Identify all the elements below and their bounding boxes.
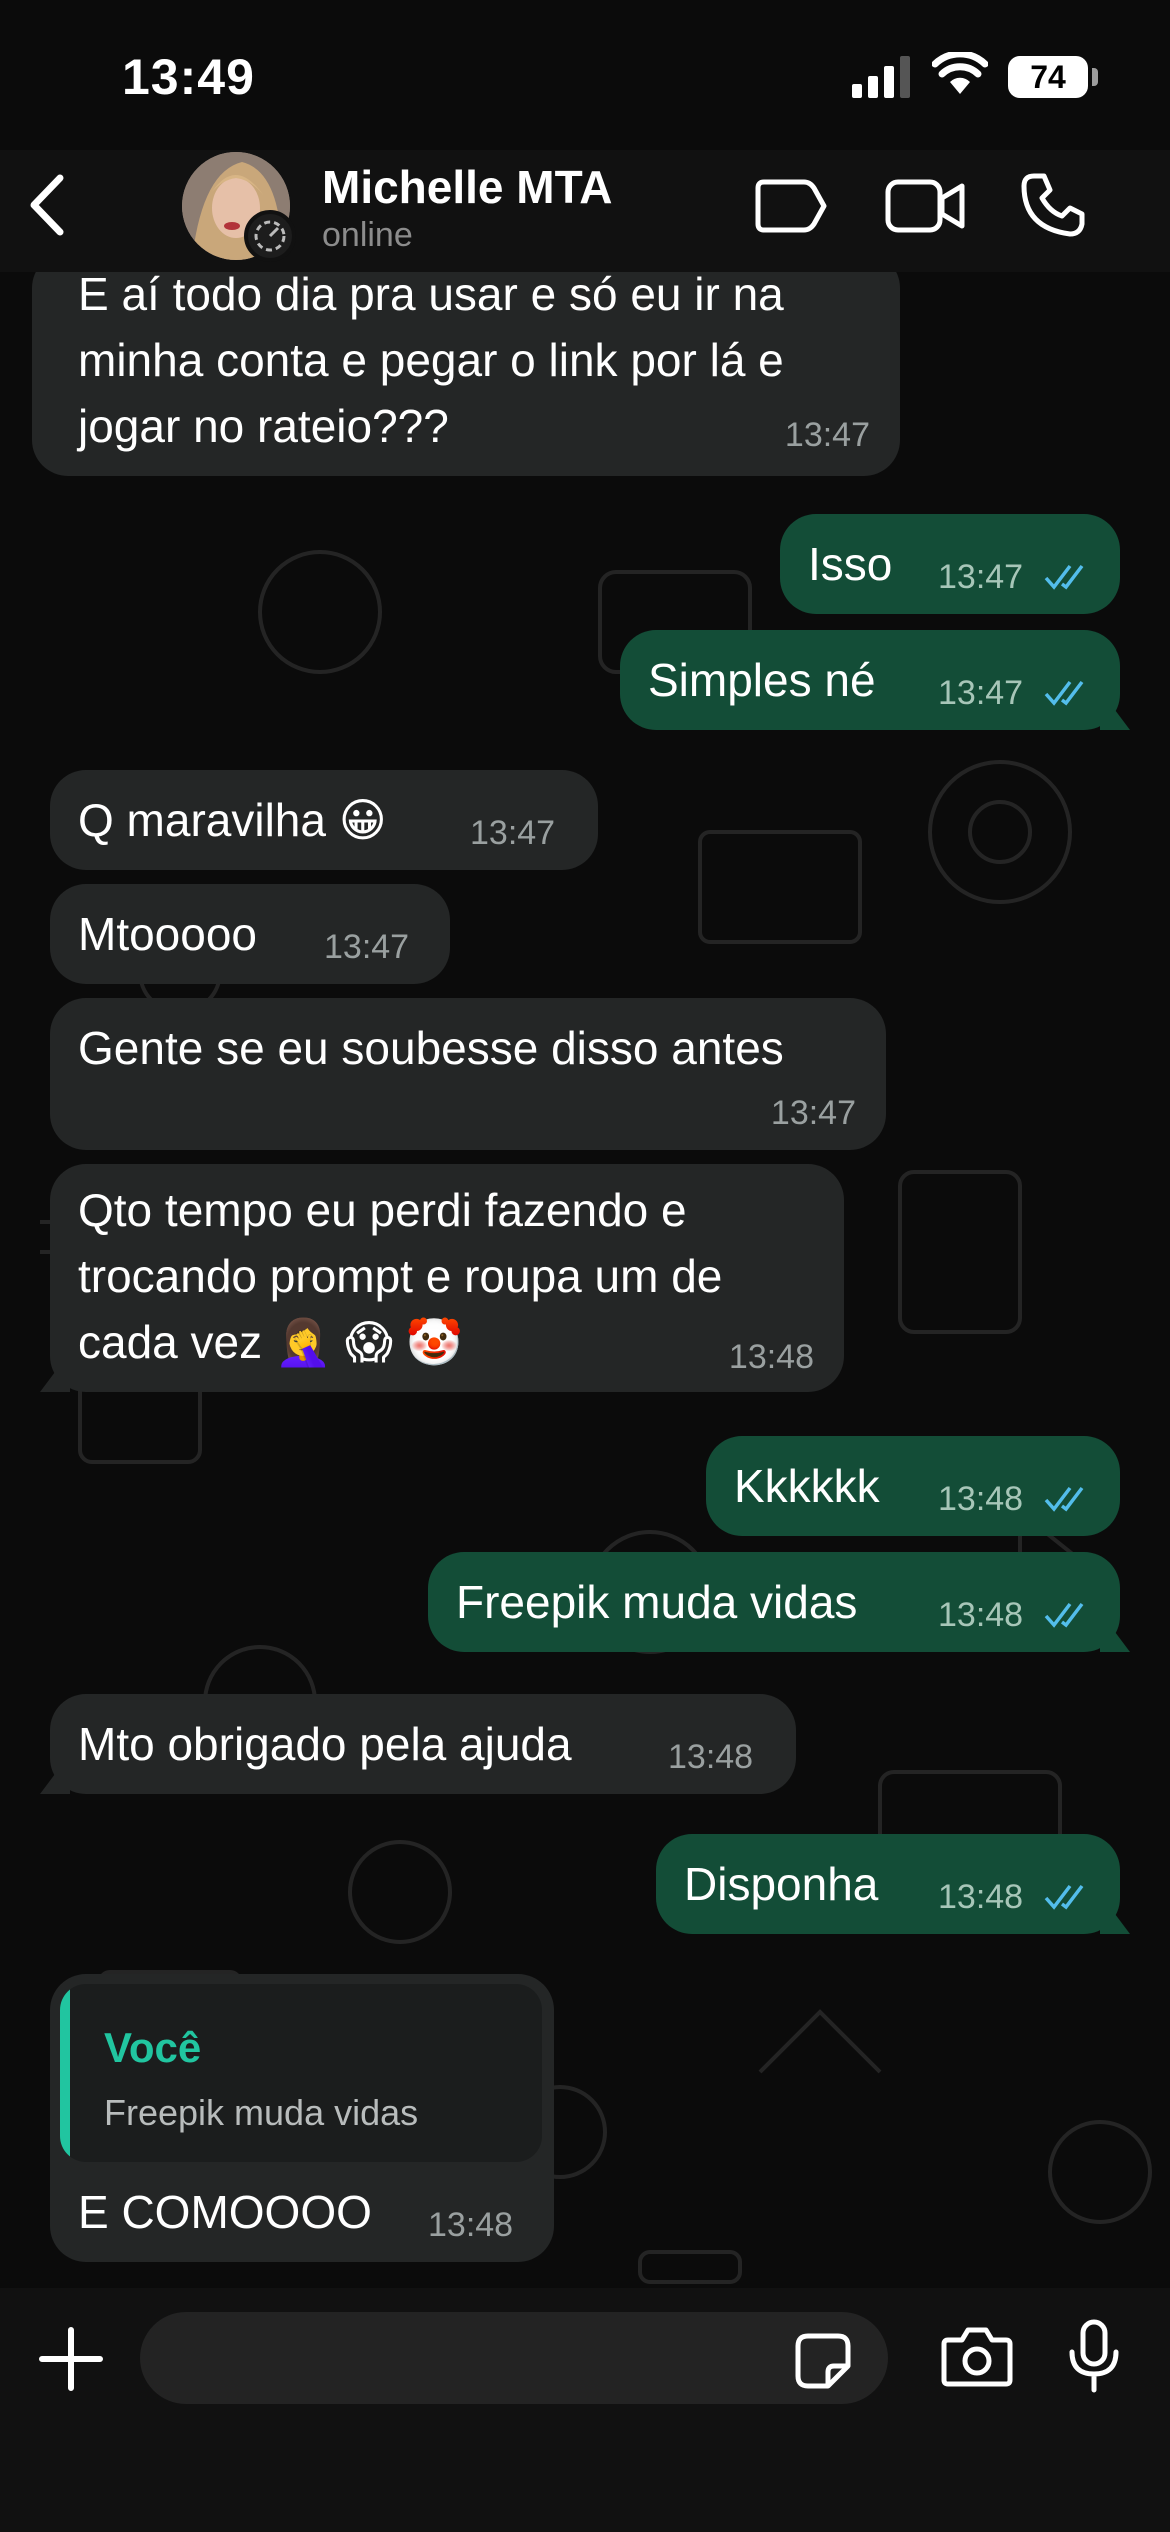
message-bubble-incoming[interactable]: E aí todo dia pra usar e só eu ir na min… (32, 252, 900, 476)
quote-text: Freepik muda vidas (104, 2092, 419, 2133)
read-ticks-icon (1044, 1602, 1084, 1628)
message-text-line: Qto tempo eu perdi fazendo e (78, 1184, 687, 1236)
status-ring-badge (244, 210, 296, 262)
bubble-tail (1100, 690, 1130, 730)
message-text-line: jogar no rateio??? (78, 400, 449, 452)
cellular-signal-icon (852, 56, 910, 98)
wifi-icon (932, 52, 988, 94)
message-bubble-outgoing[interactable]: Kkkkkk 13:48 (706, 1436, 1120, 1536)
video-call-icon[interactable] (884, 176, 968, 236)
message-time: 13:47 (784, 416, 870, 454)
bubble-tail (1100, 1894, 1130, 1934)
camera-icon[interactable] (940, 2324, 1014, 2388)
contact-status: online (322, 216, 413, 254)
message-time: 13:47 (770, 1094, 856, 1132)
contact-name[interactable]: Michelle MTA (322, 160, 613, 214)
message-text: Q maravilha 😀 (78, 794, 387, 846)
battery-cap (1092, 68, 1098, 86)
message-text-line: trocando prompt e roupa um de (78, 1250, 723, 1302)
message-time: 13:48 (938, 1596, 1024, 1634)
message-text: Simples né (648, 654, 876, 706)
message-time: 13:47 (938, 558, 1024, 596)
message-bubble-incoming[interactable]: Mto obrigado pela ajuda 13:48 (50, 1694, 796, 1794)
message-time: 13:48 (668, 1738, 754, 1776)
label-icon[interactable] (752, 178, 828, 234)
battery-indicator: 74 (1008, 56, 1088, 98)
message-text: Gente se eu soubesse disso antes (78, 1022, 784, 1074)
sticker-icon[interactable] (794, 2332, 852, 2390)
message-time: 13:47 (324, 928, 410, 966)
message-text: E COMOOOO (78, 2186, 372, 2238)
quote-author: Você (104, 2024, 202, 2071)
message-bubble-incoming[interactable]: Mtooooo 13:47 (50, 884, 450, 984)
message-text: Disponha (684, 1858, 879, 1910)
quote-accent-bar (60, 1984, 70, 2162)
status-update-icon (254, 220, 286, 252)
message-text: Mtooooo (78, 908, 258, 960)
chevron-left-icon[interactable] (22, 170, 72, 240)
message-bubble-incoming[interactable]: Qto tempo eu perdi fazendo e trocando pr… (50, 1164, 844, 1392)
read-ticks-icon (1044, 564, 1084, 590)
message-text-line: cada vez 🤦‍♀️ 😱 🤡 (78, 1316, 463, 1368)
status-bar: 13:49 74 (0, 0, 1170, 150)
message-time: 13:47 (938, 674, 1024, 712)
plus-icon[interactable] (38, 2326, 104, 2392)
bubble-tail (40, 1754, 70, 1794)
phone-icon[interactable] (1020, 172, 1086, 238)
message-bubble-outgoing[interactable]: Simples né 13:47 (620, 630, 1120, 730)
read-ticks-icon (1044, 680, 1084, 706)
message-bubble-incoming-reply[interactable]: Você Freepik muda vidas E COMOOOO 13:48 (50, 1974, 554, 2262)
message-bubble-incoming[interactable]: Q maravilha 😀 13:47 (50, 770, 598, 870)
message-time: 13:48 (938, 1480, 1024, 1518)
read-ticks-icon (1044, 1884, 1084, 1910)
message-bubble-incoming[interactable]: Gente se eu soubesse disso antes 13:47 (50, 998, 886, 1150)
message-time: 13:48 (428, 2206, 514, 2244)
message-input[interactable] (140, 2312, 888, 2404)
message-time: 13:48 (938, 1878, 1024, 1916)
message-text: Mto obrigado pela ajuda (78, 1718, 572, 1770)
message-time: 13:47 (470, 814, 556, 852)
bubble-tail (1100, 1612, 1130, 1652)
message-text-line: minha conta e pegar o link por lá e (78, 334, 784, 386)
microphone-icon[interactable] (1068, 2318, 1120, 2394)
status-time: 13:49 (122, 49, 255, 105)
read-ticks-icon (1044, 1486, 1084, 1512)
message-bubble-outgoing[interactable]: Freepik muda vidas 13:48 (428, 1552, 1120, 1652)
message-time: 13:48 (728, 1338, 814, 1376)
message-text: Freepik muda vidas (456, 1576, 858, 1628)
quoted-message[interactable]: Você Freepik muda vidas (60, 1984, 542, 2162)
message-text: Kkkkkk (734, 1460, 880, 1512)
bubble-tail (40, 1352, 70, 1392)
message-bubble-outgoing[interactable]: Isso 13:47 (780, 514, 1120, 614)
message-bubble-outgoing[interactable]: Disponha 13:48 (656, 1834, 1120, 1934)
message-text: Isso (808, 538, 893, 590)
